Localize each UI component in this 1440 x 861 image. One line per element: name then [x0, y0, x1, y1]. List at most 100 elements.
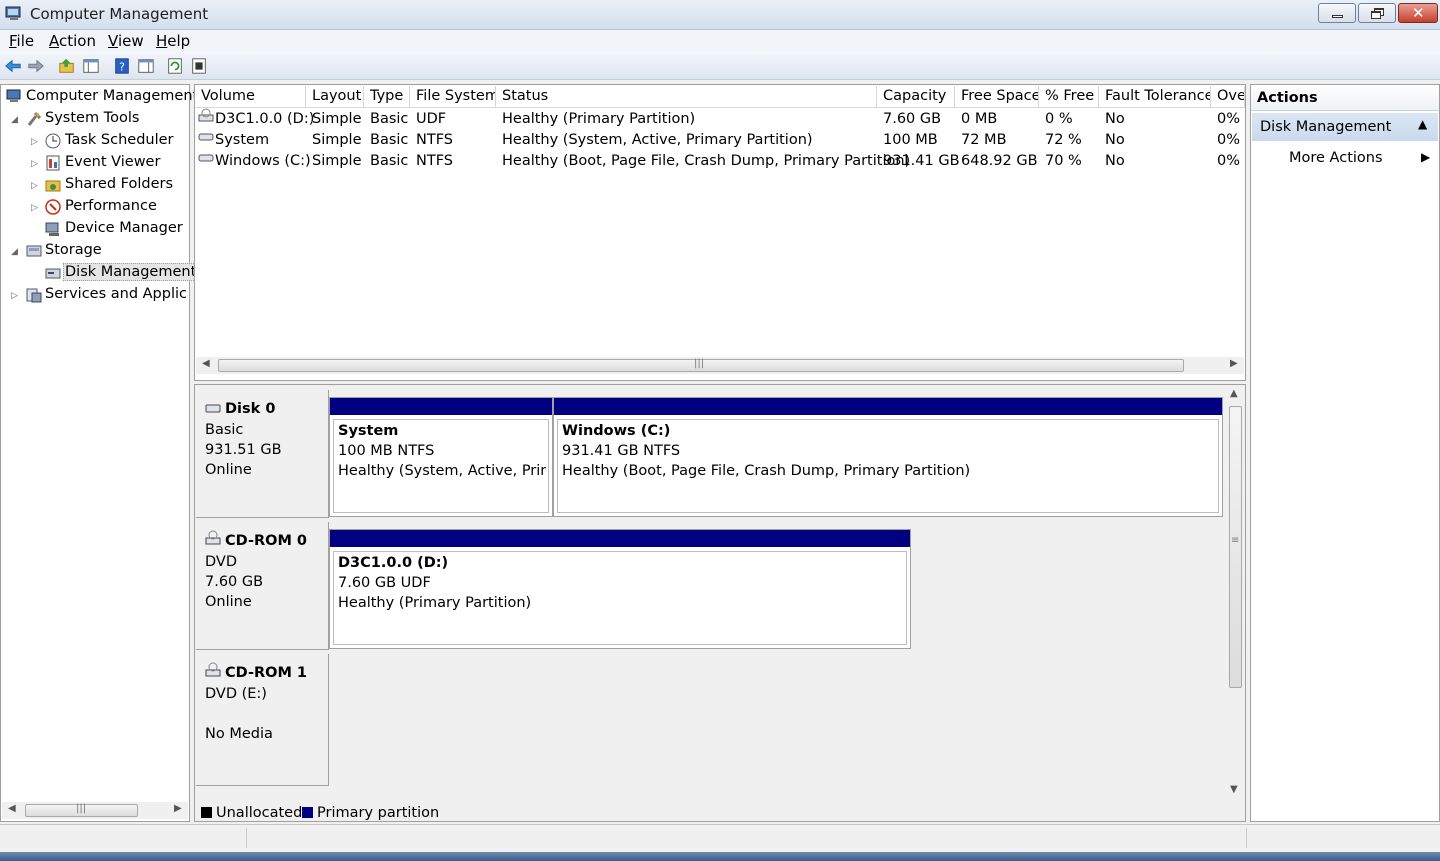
column-header-free-space[interactable]: Free Space [955, 86, 1039, 108]
scroll-up-icon[interactable]: ▲ [1230, 388, 1238, 399]
column-header-status[interactable]: Status [496, 86, 877, 108]
expand-caret-icon[interactable]: ▷ [31, 137, 38, 147]
svg-text:?: ? [119, 61, 125, 74]
primary-partition-bar [330, 398, 552, 415]
menu-view[interactable]: View [108, 32, 144, 50]
cell-status: Healthy (Boot, Page File, Crash Dump, Pr… [502, 153, 911, 169]
disk-type: DVD [205, 554, 237, 570]
cd-drive-icon [205, 662, 221, 677]
expand-caret-icon[interactable]: ▷ [11, 291, 18, 301]
primary-partition-bar [330, 530, 910, 547]
partition-status: Healthy (Boot, Page File, Crash Dump, Pr… [562, 463, 971, 479]
partition-system[interactable]: System 100 MB NTFS Healthy (System, Acti… [329, 397, 553, 517]
partition-name: Windows (C:) [562, 423, 671, 439]
partition-d3c1[interactable]: D3C1.0.0 (D:) 7.60 GB UDF Healthy (Prima… [329, 529, 911, 649]
show-hide-tree-icon[interactable] [81, 56, 101, 76]
tree-item-computer-management[interactable]: Computer Management [26, 88, 198, 104]
menu-file[interactable]: File [9, 32, 34, 50]
cell-free-space: 0 MB [961, 111, 998, 127]
refresh-icon[interactable] [165, 56, 185, 76]
partition-size: 7.60 GB UDF [338, 575, 431, 591]
cdrom-0-label[interactable]: CD-ROM 0 DVD 7.60 GB Online [196, 522, 329, 650]
disk-map-vertical-scrollbar[interactable]: ▲ ≡ ▼ [1227, 386, 1244, 800]
menu-action[interactable]: Action [49, 32, 96, 50]
actions-header: Actions [1257, 90, 1318, 106]
storage-icon [26, 245, 42, 257]
properties-icon[interactable] [136, 56, 156, 76]
volume-list-horizontal-scrollbar[interactable]: ◀ ||| ▶ [196, 357, 1244, 374]
column-header-type[interactable]: Type [364, 86, 410, 108]
column-header-fault-tolerance[interactable]: Fault Tolerance [1099, 86, 1211, 108]
minimize-button[interactable] [1318, 3, 1356, 23]
close-icon: ✕ [1412, 4, 1425, 22]
more-actions-link[interactable]: More Actions [1289, 150, 1383, 166]
column-header-percent-free[interactable]: % Free [1039, 86, 1099, 108]
close-button[interactable]: ✕ [1398, 3, 1438, 23]
actions-section-disk-management[interactable]: Disk Management ▲ [1252, 113, 1438, 141]
scroll-thumb[interactable]: ||| [25, 803, 138, 817]
drive-icon [198, 133, 214, 141]
partition-status: Healthy (Primary Partition) [338, 595, 532, 611]
cell-layout: Simple [312, 132, 362, 148]
tree-item-task-scheduler[interactable]: Task Scheduler [65, 132, 174, 148]
partition-status: Healthy (System, Active, Primar [338, 463, 546, 479]
toolbar: ? [0, 52, 1440, 80]
cell-layout: Simple [312, 111, 362, 127]
column-header-volume[interactable]: Volume [195, 86, 306, 108]
performance-icon [45, 199, 61, 215]
collapse-caret-icon[interactable]: ◢ [11, 115, 18, 125]
help-icon[interactable]: ? [112, 56, 132, 76]
forward-icon[interactable] [26, 56, 46, 76]
expand-caret-icon[interactable]: ▷ [31, 159, 38, 169]
scroll-right-icon[interactable]: ▶ [1230, 358, 1238, 369]
tree-item-shared-folders[interactable]: Shared Folders [65, 176, 173, 192]
collapse-caret-icon[interactable]: ◢ [11, 247, 18, 257]
tree-item-services-and-applications[interactable]: Services and Applications [45, 286, 188, 302]
volume-list: Volume Layout Type File System Status Ca… [194, 84, 1246, 381]
scroll-down-icon[interactable]: ▼ [1230, 784, 1238, 795]
disk-state: Online [205, 594, 252, 610]
scroll-thumb[interactable]: ≡ [1229, 406, 1242, 688]
cd-drive-icon [198, 108, 214, 122]
column-header-layout[interactable]: Layout [306, 86, 364, 108]
cell-file-system: NTFS [416, 132, 453, 148]
tree-item-event-viewer[interactable]: Event Viewer [65, 154, 160, 170]
scroll-left-icon[interactable]: ◀ [202, 358, 210, 369]
scroll-right-icon[interactable]: ▶ [174, 803, 182, 814]
disk-state: Online [205, 462, 252, 478]
column-header-file-system[interactable]: File System [410, 86, 496, 108]
tree-item-system-tools[interactable]: System Tools [45, 110, 139, 126]
partition-windows[interactable]: Windows (C:) 931.41 GB NTFS Healthy (Boo… [553, 397, 1223, 517]
window-title: Computer Management [30, 5, 209, 23]
tree-item-storage[interactable]: Storage [45, 242, 102, 258]
status-bar [0, 824, 1440, 852]
export-icon[interactable] [189, 56, 209, 76]
cell-percent-free: 0 % [1045, 111, 1073, 127]
expand-caret-icon[interactable]: ▷ [31, 181, 38, 191]
column-header-overhead[interactable]: Ove [1211, 86, 1245, 108]
tree-horizontal-scrollbar[interactable]: ◀ ||| ▶ [2, 802, 188, 819]
up-icon[interactable] [57, 56, 77, 76]
computer-management-icon [6, 89, 21, 102]
disk-0-label[interactable]: Disk 0 Basic 931.51 GB Online [196, 390, 329, 518]
tree-item-disk-management[interactable]: Disk Management [63, 263, 199, 281]
tree-item-device-manager[interactable]: Device Manager [65, 220, 183, 236]
tree-item-performance[interactable]: Performance [65, 198, 157, 214]
restore-button[interactable] [1358, 3, 1396, 23]
collapse-up-icon[interactable]: ▲ [1418, 117, 1427, 131]
cdrom-1-label[interactable]: CD-ROM 1 DVD (E:) No Media [196, 654, 329, 786]
back-icon[interactable] [3, 56, 23, 76]
minimize-icon [1332, 15, 1343, 18]
menu-help[interactable]: Help [156, 32, 190, 50]
cell-type: Basic [370, 132, 409, 148]
expand-caret-icon[interactable]: ▷ [31, 203, 38, 213]
cell-type: Basic [370, 111, 409, 127]
partition-name: System [338, 423, 399, 439]
scroll-left-icon[interactable]: ◀ [8, 803, 16, 814]
disk-map: Disk 0 Basic 931.51 GB Online System 100… [194, 384, 1246, 822]
disk-name: CD-ROM 1 [225, 665, 308, 681]
column-header-capacity[interactable]: Capacity [877, 86, 955, 108]
system-tools-icon [27, 111, 42, 126]
scroll-thumb[interactable]: ||| [218, 358, 1184, 372]
disk-icon [205, 404, 221, 413]
